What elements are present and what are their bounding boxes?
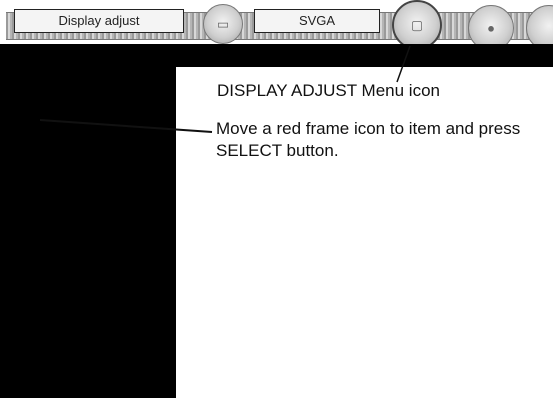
signal-mode-field: SVGA bbox=[254, 9, 380, 33]
pc-adjust-icon[interactable]: ▭ bbox=[203, 4, 243, 44]
display-glyph-icon: ▢ bbox=[410, 17, 424, 33]
display-adjust-icon[interactable]: ▢ bbox=[392, 0, 442, 50]
callout-panel bbox=[176, 67, 553, 398]
menu-icon-callout: DISPLAY ADJUST Menu icon bbox=[217, 81, 440, 100]
menu-strip: Display adjust ▭ SVGA ▢ ● bbox=[0, 0, 553, 51]
instruction-callout: Move a red frame icon to item and press … bbox=[216, 119, 521, 160]
menu-name-field: Display adjust bbox=[14, 9, 184, 33]
pc-glyph-icon: ▭ bbox=[216, 16, 230, 32]
next-glyph-icon: ● bbox=[487, 20, 495, 36]
